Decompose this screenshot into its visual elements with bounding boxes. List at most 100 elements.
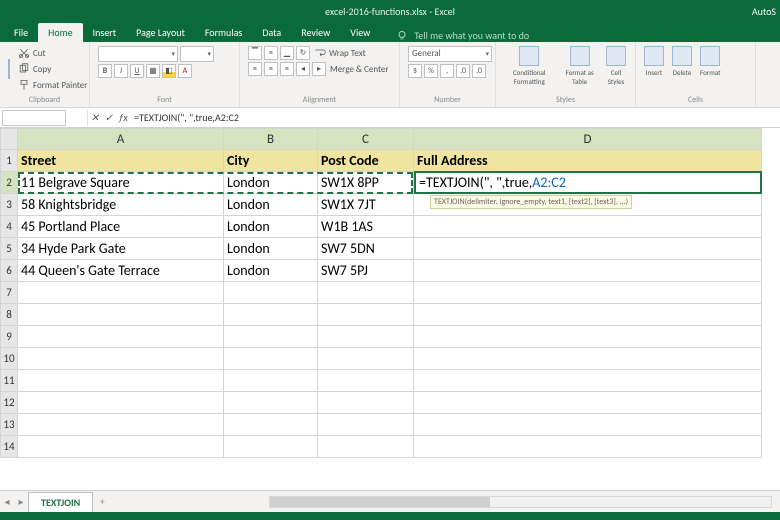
cell-B1[interactable]: City <box>224 150 318 172</box>
row-header-7[interactable]: 7 <box>0 282 18 304</box>
tab-formulas[interactable]: Formulas <box>195 23 252 42</box>
tab-view[interactable]: View <box>340 23 380 42</box>
sheet-nav-next[interactable]: ▸ <box>14 495 28 508</box>
indent-dec-button[interactable]: ◂ <box>296 62 310 76</box>
cell-C10[interactable] <box>318 348 414 370</box>
cell-B2[interactable]: London <box>224 172 318 194</box>
cell-A14[interactable] <box>18 436 224 458</box>
cell-A3[interactable]: 58 Knightsbridge <box>18 194 224 216</box>
add-sheet-button[interactable]: + <box>93 495 111 508</box>
format-cells-button[interactable] <box>700 46 720 66</box>
number-format-dropdown[interactable]: General▾ <box>408 46 492 62</box>
row-header-13[interactable]: 13 <box>0 414 18 436</box>
cell-C1[interactable]: Post Code <box>318 150 414 172</box>
cell-D10[interactable] <box>414 348 762 370</box>
cell-D6[interactable] <box>414 260 762 282</box>
cell-A10[interactable] <box>18 348 224 370</box>
cell-D13[interactable] <box>414 414 762 436</box>
currency-button[interactable]: $ <box>408 64 422 78</box>
row-header-8[interactable]: 8 <box>0 304 18 326</box>
tab-data[interactable]: Data <box>252 23 291 42</box>
row-header-9[interactable]: 9 <box>0 326 18 348</box>
row-header-11[interactable]: 11 <box>0 370 18 392</box>
cell-styles-button[interactable] <box>606 46 626 66</box>
orientation-button[interactable]: ↻ <box>296 46 310 60</box>
tab-home[interactable]: Home <box>38 23 82 42</box>
col-header-B[interactable]: B <box>224 128 318 150</box>
enter-formula-button[interactable]: ✓ <box>102 111 116 125</box>
cell-A2[interactable]: 11 Belgrave Square <box>18 172 224 194</box>
percent-button[interactable]: % <box>424 64 438 78</box>
cell-B7[interactable] <box>224 282 318 304</box>
cell-B3[interactable]: London <box>224 194 318 216</box>
format-painter-button[interactable]: Format Painter <box>16 78 89 92</box>
inc-decimal-button[interactable]: .0 <box>456 64 470 78</box>
tab-review[interactable]: Review <box>291 23 340 42</box>
cell-A6[interactable]: 44 Queen's Gate Terrace <box>18 260 224 282</box>
row-header-5[interactable]: 5 <box>0 238 18 260</box>
align-left-button[interactable]: ≡ <box>248 62 262 76</box>
cell-C7[interactable] <box>318 282 414 304</box>
cell-D14[interactable] <box>414 436 762 458</box>
align-bottom-button[interactable]: ▁ <box>280 46 294 60</box>
row-header-3[interactable]: 3 <box>0 194 18 216</box>
paste-button[interactable] <box>8 59 10 79</box>
cancel-formula-button[interactable]: ✕ <box>88 111 102 125</box>
merge-center-button[interactable]: Merge & Center <box>328 63 391 76</box>
cell-B14[interactable] <box>224 436 318 458</box>
row-header-2[interactable]: 2 <box>0 172 18 194</box>
fill-color-button[interactable]: ◧ <box>162 64 176 78</box>
cell-B11[interactable] <box>224 370 318 392</box>
insert-cells-button[interactable] <box>644 46 664 66</box>
cell-editor[interactable]: =TEXTJOIN(", ",true,A2:C2 <box>414 171 762 194</box>
tab-page-layout[interactable]: Page Layout <box>126 23 195 42</box>
cell-B12[interactable] <box>224 392 318 414</box>
cell-A9[interactable] <box>18 326 224 348</box>
comma-button[interactable]: , <box>440 64 454 78</box>
cell-C3[interactable]: SW1X 7JT <box>318 194 414 216</box>
scrollbar-thumb[interactable] <box>270 497 490 507</box>
align-right-button[interactable]: ≡ <box>280 62 294 76</box>
cell-A7[interactable] <box>18 282 224 304</box>
dec-decimal-button[interactable]: .0 <box>472 64 486 78</box>
name-box[interactable] <box>2 110 66 126</box>
conditional-formatting-button[interactable] <box>519 46 539 66</box>
font-size-dropdown[interactable]: ▾ <box>180 46 214 62</box>
cell-A1[interactable]: Street <box>18 150 224 172</box>
cell-B13[interactable] <box>224 414 318 436</box>
cell-A12[interactable] <box>18 392 224 414</box>
cut-button[interactable]: Cut <box>16 46 89 60</box>
cell-C13[interactable] <box>318 414 414 436</box>
cell-C8[interactable] <box>318 304 414 326</box>
cell-C9[interactable] <box>318 326 414 348</box>
row-header-6[interactable]: 6 <box>0 260 18 282</box>
wrap-text-button[interactable]: Wrap Text <box>312 46 368 60</box>
cell-area[interactable]: A B C D Street City Post Code Full Addre… <box>18 128 780 490</box>
align-top-button[interactable]: ▔ <box>248 46 262 60</box>
cell-A13[interactable] <box>18 414 224 436</box>
cell-D12[interactable] <box>414 392 762 414</box>
tab-file[interactable]: File <box>4 23 38 42</box>
cell-D11[interactable] <box>414 370 762 392</box>
cell-D8[interactable] <box>414 304 762 326</box>
bold-button[interactable]: B <box>98 64 112 78</box>
cell-B10[interactable] <box>224 348 318 370</box>
row-header-14[interactable]: 14 <box>0 436 18 458</box>
col-header-A[interactable]: A <box>18 128 224 150</box>
italic-button[interactable]: I <box>114 64 128 78</box>
formula-bar[interactable]: =TEXTJOIN(", ",true,A2:C2 <box>130 111 780 124</box>
indent-inc-button[interactable]: ▸ <box>312 62 326 76</box>
cell-B9[interactable] <box>224 326 318 348</box>
row-header-4[interactable]: 4 <box>0 216 18 238</box>
row-header-10[interactable]: 10 <box>0 348 18 370</box>
cell-B4[interactable]: London <box>224 216 318 238</box>
cell-C4[interactable]: W1B 1AS <box>318 216 414 238</box>
col-header-D[interactable]: D <box>414 128 762 150</box>
cell-D5[interactable] <box>414 238 762 260</box>
sheet-tab-textjoin[interactable]: TEXTJOIN <box>28 492 93 512</box>
format-as-table-button[interactable] <box>570 46 590 66</box>
fx-button[interactable]: ƒx <box>116 111 130 125</box>
cell-A11[interactable] <box>18 370 224 392</box>
col-header-C[interactable]: C <box>318 128 414 150</box>
delete-cells-button[interactable] <box>672 46 692 66</box>
